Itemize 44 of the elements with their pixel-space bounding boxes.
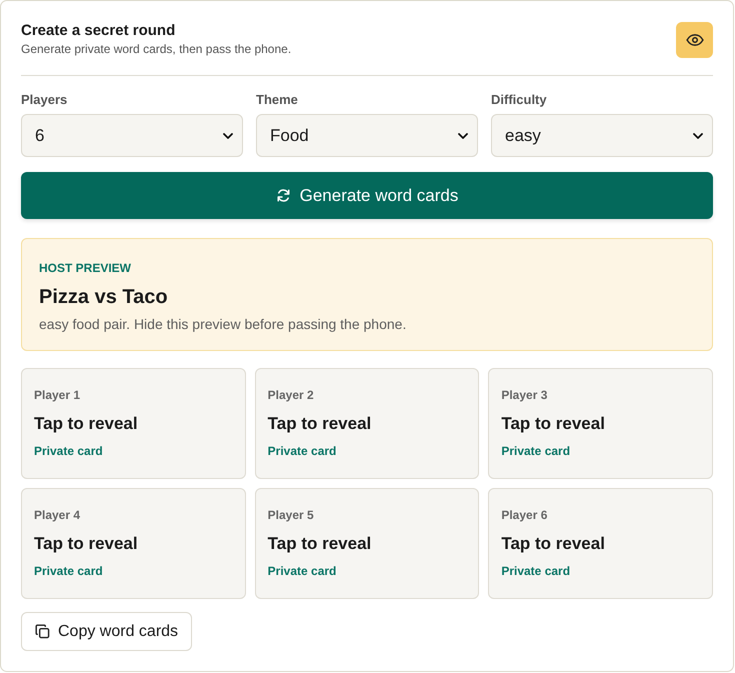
card-tag: Private card: [501, 563, 700, 579]
reveal-prompt: Tap to reveal: [501, 533, 606, 555]
player-card[interactable]: Player 2 Tap to reveal Private card: [254, 368, 480, 479]
reveal-prompt: Tap to reveal: [34, 533, 139, 555]
card-tag: Private card: [34, 443, 233, 459]
panel-subtitle: Generate private word cards, then pass the phone.: [21, 41, 292, 58]
reveal-prompt: Tap to reveal: [268, 413, 372, 435]
preview-title: Pizza vs Taco: [39, 285, 169, 310]
preview-toggle-button[interactable]: [676, 22, 713, 58]
player-card[interactable]: Player 1 Tap to reveal Private card: [21, 368, 246, 479]
player-label: Player 5: [268, 507, 315, 523]
chevron-down-icon: [693, 132, 703, 138]
chevron-down-icon: [458, 132, 468, 138]
panel-title: Create a secret round: [21, 21, 176, 41]
generate-button[interactable]: Generate word cards: [21, 172, 713, 219]
field-label: Difficulty: [491, 91, 548, 108]
copy-icon: [35, 624, 50, 639]
preview-note: easy food pair. Hide this preview before passing the phone.: [39, 315, 408, 334]
refresh-icon: [276, 188, 291, 203]
preview-eyebrow: HOST PREVIEW: [39, 260, 132, 276]
eye-icon: [686, 34, 704, 46]
player-label: Player 4: [34, 507, 82, 523]
player-label: Player 6: [501, 507, 548, 523]
player-card[interactable]: Player 6 Tap to reveal Private card: [488, 488, 713, 599]
player-card[interactable]: Player 3 Tap to reveal Private card: [488, 368, 713, 479]
player-label: Player 2: [268, 387, 315, 403]
chevron-down-icon: [223, 132, 233, 138]
reveal-prompt: Tap to reveal: [34, 413, 139, 435]
copy-button[interactable]: Copy word cards: [21, 612, 192, 651]
reveal-prompt: Tap to reveal: [501, 413, 606, 435]
player-label: Player 1: [34, 387, 82, 403]
field-label: Theme: [256, 91, 299, 108]
card-tag: Private card: [34, 563, 233, 579]
player-card[interactable]: Player 4 Tap to reveal Private card: [21, 488, 246, 599]
select-field[interactable]: easy: [491, 114, 713, 157]
card-tag: Private card: [501, 443, 700, 459]
card-tag: Private card: [268, 563, 466, 579]
select-field[interactable]: Food: [256, 114, 478, 157]
field-label: Players: [21, 91, 68, 108]
player-label: Player 3: [501, 387, 548, 403]
card-tag: Private card: [268, 443, 466, 459]
player-card[interactable]: Player 5 Tap to reveal Private card: [254, 488, 480, 599]
select-field[interactable]: 6: [21, 114, 243, 157]
reveal-prompt: Tap to reveal: [268, 533, 372, 555]
